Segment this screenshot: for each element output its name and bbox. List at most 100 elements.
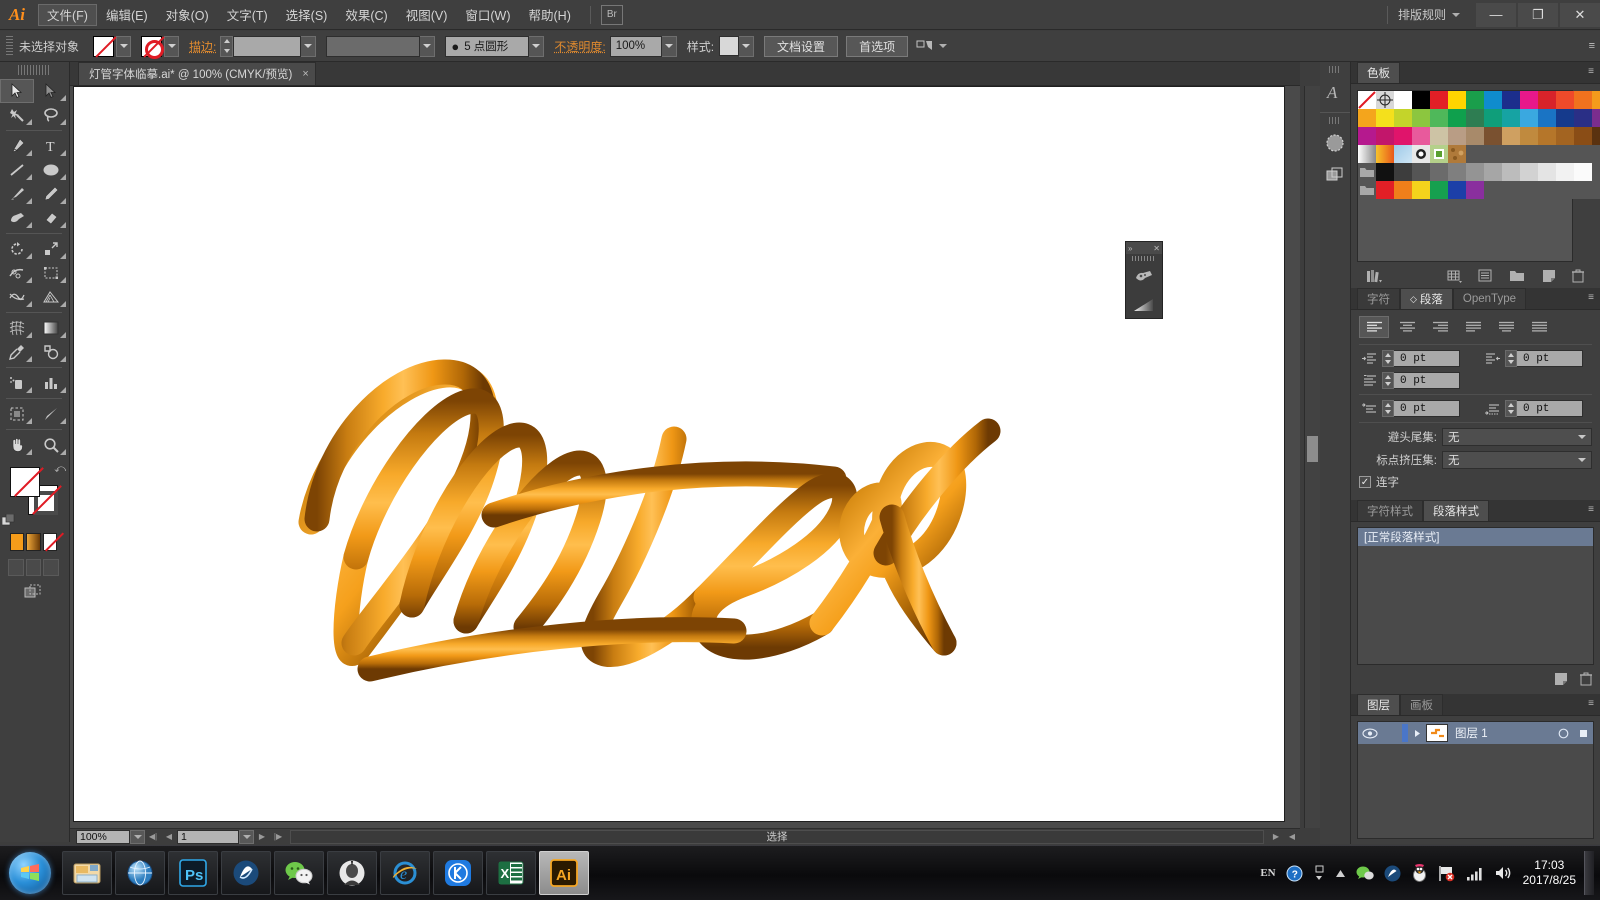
swatch-gradient[interactable]: [1376, 145, 1394, 163]
swatch-color[interactable]: [1412, 127, 1430, 145]
table-row[interactable]: 图层 1: [1358, 722, 1593, 744]
delete-style-icon[interactable]: [1580, 672, 1592, 689]
swatch-color[interactable]: [1412, 109, 1430, 127]
tab-opentype[interactable]: OpenType: [1453, 288, 1526, 309]
stroke-profile-combo[interactable]: [326, 36, 435, 57]
indent-right-stepper[interactable]: [1505, 350, 1517, 367]
show-swatch-kinds-icon[interactable]: [1440, 267, 1470, 285]
volume-icon[interactable]: [1494, 865, 1512, 881]
pen-tool[interactable]: [0, 134, 34, 158]
tab-artboards[interactable]: 画板: [1400, 694, 1443, 715]
tab-character[interactable]: 字符: [1357, 288, 1400, 309]
tab-swatches[interactable]: 色板: [1357, 62, 1400, 83]
blend-tool[interactable]: [34, 340, 68, 364]
swap-fill-stroke-icon[interactable]: ⤺: [54, 463, 66, 476]
layer-target-icon[interactable]: [1553, 722, 1573, 744]
swatch-color[interactable]: [1358, 109, 1376, 127]
swatch-color[interactable]: [1484, 127, 1502, 145]
tab-layers[interactable]: 图层: [1357, 694, 1400, 715]
layer-selection-indicator[interactable]: [1573, 722, 1593, 744]
blob-brush-tool[interactable]: [0, 206, 34, 230]
stroke-profile-input[interactable]: [326, 36, 420, 57]
type-tool[interactable]: T: [34, 134, 68, 158]
menu-file[interactable]: 文件(F): [38, 4, 97, 26]
layer-expand-icon[interactable]: [1408, 722, 1426, 744]
document-setup-button[interactable]: 文档设置: [764, 36, 838, 57]
bridge-icon[interactable]: Br: [601, 5, 623, 25]
menu-help[interactable]: 帮助(H): [520, 4, 580, 26]
artboard[interactable]: [73, 86, 1285, 822]
stroke-weight-stepper[interactable]: [220, 36, 233, 57]
swatch-gray[interactable]: [1430, 163, 1448, 181]
swatch-gray[interactable]: [1484, 163, 1502, 181]
first-line-indent-input[interactable]: 0 pt: [1394, 372, 1460, 389]
file-explorer-icon[interactable]: [62, 851, 112, 895]
slice-tool[interactable]: [34, 402, 68, 426]
internet-explorer-icon[interactable]: e: [380, 851, 430, 895]
swatch-gray[interactable]: [1520, 163, 1538, 181]
swatch-pattern[interactable]: [1448, 145, 1466, 163]
language-indicator[interactable]: EN: [1260, 867, 1275, 879]
indent-left-input[interactable]: 0 pt: [1394, 350, 1460, 367]
swatch-color[interactable]: [1556, 91, 1574, 109]
swatch-color[interactable]: [1520, 127, 1538, 145]
swatch-color[interactable]: [1466, 181, 1484, 199]
swatch-color[interactable]: [1574, 91, 1592, 109]
canvas-area[interactable]: » ✕: [70, 86, 1300, 828]
swatch-color[interactable]: [1538, 109, 1556, 127]
swatch-color[interactable]: [1448, 181, 1466, 199]
swatch-color[interactable]: [1574, 127, 1592, 145]
show-hidden-icons-icon[interactable]: [1313, 865, 1325, 882]
indent-right-input[interactable]: 0 pt: [1517, 350, 1583, 367]
stroke-weight-combo[interactable]: [233, 36, 316, 57]
align-to-selection-group[interactable]: [916, 38, 947, 54]
chevron-down-icon[interactable]: [1452, 13, 1460, 17]
qq-penguin-icon[interactable]: [1411, 864, 1428, 882]
floating-collapsed-panel[interactable]: » ✕: [1125, 241, 1163, 319]
type-panel-menu-icon[interactable]: ≡: [1588, 288, 1600, 309]
wechat-icon[interactable]: [274, 851, 324, 895]
swatch-color[interactable]: [1538, 91, 1556, 109]
eraser-tool[interactable]: [34, 206, 68, 230]
qq-user-icon[interactable]: [327, 851, 377, 895]
control-bar-overflow[interactable]: ≡: [1589, 40, 1600, 52]
swatch-color[interactable]: [1556, 127, 1574, 145]
swatch-color[interactable]: [1430, 109, 1448, 127]
swatch-color[interactable]: [1376, 181, 1394, 199]
swatch-color[interactable]: [1394, 181, 1412, 199]
symbols-icon[interactable]: [1126, 263, 1162, 291]
swatch-black[interactable]: [1412, 91, 1430, 109]
browser-globe-icon[interactable]: [115, 851, 165, 895]
preferences-button[interactable]: 首选项: [846, 36, 908, 57]
zoom-dropdown-icon[interactable]: [130, 830, 145, 844]
character-panel-icon[interactable]: A: [1320, 76, 1350, 108]
free-transform-tool[interactable]: [34, 261, 68, 285]
swatch-gray[interactable]: [1412, 163, 1430, 181]
tab-paragraph-styles[interactable]: 段落样式: [1423, 500, 1489, 521]
stroke-weight-label[interactable]: 描边:: [189, 38, 216, 55]
selection-tool[interactable]: [0, 79, 34, 103]
swatch-color[interactable]: [1520, 91, 1538, 109]
full-screen-mode-button[interactable]: [43, 559, 59, 576]
scale-tool[interactable]: [34, 237, 68, 261]
paintbrush-tool[interactable]: [0, 182, 34, 206]
layer-name[interactable]: 图层 1: [1455, 725, 1488, 741]
swatch-gray[interactable]: [1394, 163, 1412, 181]
brushes-panel-icon[interactable]: [1320, 127, 1350, 159]
justify-last-center-button[interactable]: [1491, 316, 1521, 338]
swatch-gray[interactable]: [1466, 163, 1484, 181]
space-after-input[interactable]: 0 pt: [1517, 400, 1583, 417]
fill-swatch[interactable]: [93, 36, 114, 57]
color-mode-button[interactable]: [10, 533, 24, 551]
artwork-inter-lettering[interactable]: [74, 87, 1286, 823]
status-resize-icon[interactable]: ◀: [1284, 830, 1300, 844]
swatch-registration[interactable]: [1376, 91, 1394, 109]
expand-panel-icon[interactable]: »: [1128, 244, 1132, 253]
previous-page-icon[interactable]: ◀: [161, 830, 177, 844]
first-page-icon[interactable]: ◀|: [145, 830, 161, 844]
minimize-button[interactable]: —: [1476, 3, 1516, 27]
hyphenate-checkbox[interactable]: ✓: [1359, 476, 1371, 488]
swatch-color[interactable]: [1502, 109, 1520, 127]
close-button[interactable]: ✕: [1560, 3, 1600, 27]
ellipse-tool[interactable]: [34, 158, 68, 182]
